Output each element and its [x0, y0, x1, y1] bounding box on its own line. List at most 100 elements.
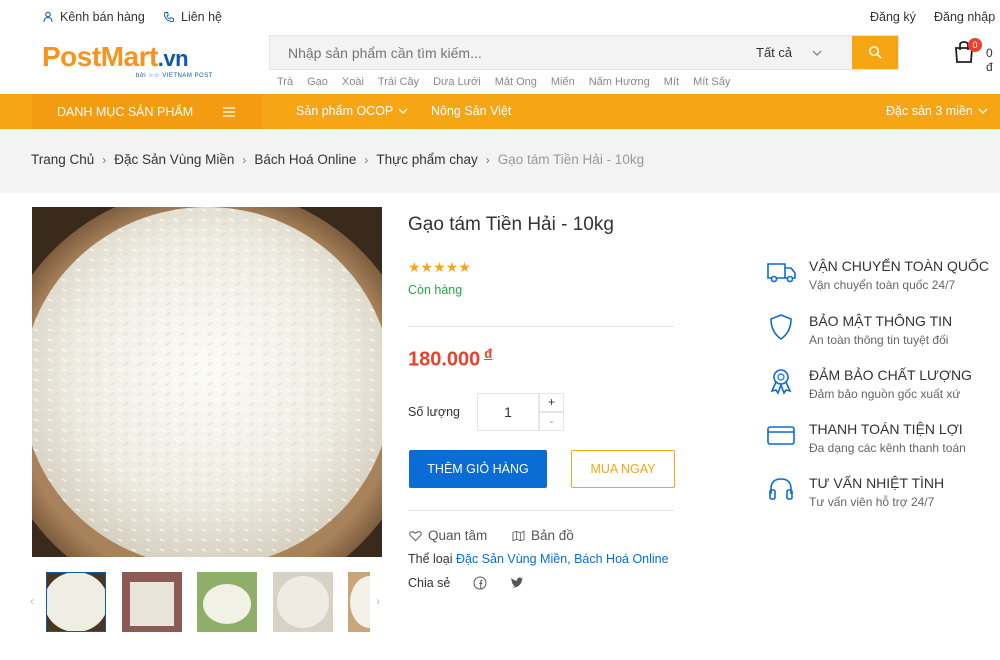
service-title: Thanh toán tiện lợi: [809, 421, 963, 437]
nav-specialty-label: Đặc sản 3 miền: [886, 104, 973, 118]
add-to-cart-button[interactable]: Thêm giỏ hàng: [409, 450, 547, 488]
nav-agri[interactable]: Nông Sản Việt: [431, 104, 511, 118]
seller-channel-label: Kênh bán hàng: [60, 10, 145, 24]
stock-status: Còn hàng: [408, 283, 463, 297]
breadcrumb-list: Trang Chủ › Đặc Sản Vùng Miền › Bách Hoá Onl…: [31, 152, 644, 167]
share-label: Chia sẻ: [408, 576, 451, 590]
quantity-decrease-button[interactable]: -: [539, 412, 564, 431]
postmart-logo[interactable]: PostMart.vn bởi ☆☆ VIETNAM POST: [42, 42, 242, 82]
service-security: Bảo mật thông tin An toàn thông tin tuyệ…: [766, 313, 1000, 357]
heart-icon: [409, 530, 422, 541]
search-button[interactable]: [852, 36, 898, 69]
service-title: Đảm bảo chất lượng: [809, 367, 972, 383]
contact-link[interactable]: Liên hệ: [163, 10, 222, 24]
thumbnail-3[interactable]: [197, 572, 257, 632]
search-category-label: Tất cả: [756, 45, 793, 60]
chevron-down-icon: [398, 108, 408, 114]
logo-main: PostMart: [42, 41, 158, 72]
quantity-increase-button[interactable]: +: [539, 393, 564, 412]
product-main-image[interactable]: [32, 207, 382, 557]
contact-label: Liên hệ: [181, 10, 223, 24]
service-quality: Đảm bảo chất lượng Đảm bảo nguồn gốc xuấ…: [766, 367, 1000, 411]
nav-specialty[interactable]: Đặc sản 3 miền: [886, 104, 988, 118]
search-bar: Tất cả: [269, 35, 899, 70]
search-tag[interactable]: Xoài: [342, 76, 364, 88]
search-icon: [868, 46, 882, 59]
breadcrumb-link[interactable]: Bách Hoá Online: [254, 152, 356, 167]
search-category-select[interactable]: Tất cả: [756, 45, 822, 60]
category-menu-button[interactable]: Danh mục sản phẩm: [32, 94, 262, 129]
map-icon: [512, 530, 525, 541]
map-link[interactable]: Bản đồ: [512, 528, 574, 543]
chevron-down-icon: [812, 50, 822, 56]
service-subtitle: Đảm bảo nguồn gốc xuất xứ: [809, 387, 961, 401]
cart-badge: 0: [968, 38, 982, 52]
thumb-prev-arrow[interactable]: ‹: [30, 594, 34, 608]
wishlist-label: Quan tâm: [428, 528, 488, 543]
chevron-right-icon: ›: [242, 152, 247, 167]
chevron-right-icon: ›: [102, 152, 107, 167]
nav-ocop[interactable]: Sản phẩm OCOP: [296, 104, 408, 118]
search-tag[interactable]: Nấm Hương: [589, 76, 650, 88]
price-currency: đ: [484, 346, 493, 361]
service-subtitle: Vận chuyển toàn quốc 24/7: [809, 278, 956, 292]
thumbnail-4[interactable]: [273, 572, 333, 632]
register-link[interactable]: Đăng ký: [870, 10, 916, 24]
thumbnail-5[interactable]: [348, 572, 370, 632]
search-tag[interactable]: Trà: [277, 76, 293, 88]
chevron-down-icon: [978, 108, 988, 114]
award-icon: [770, 369, 792, 395]
divider: [408, 510, 674, 511]
search-tag[interactable]: Gạo: [307, 76, 328, 88]
seller-channel-link[interactable]: Kênh bán hàng: [42, 10, 145, 24]
chevron-right-icon: ›: [485, 152, 490, 167]
category-links[interactable]: Đặc Sản Vùng Miền, Bách Hoá Online: [456, 552, 669, 566]
thumbnail-strip: ‹ ›: [30, 570, 390, 632]
login-label: Đăng nhập: [934, 10, 996, 24]
chevron-right-icon: ›: [364, 152, 369, 167]
service-title: Bảo mật thông tin: [809, 313, 953, 329]
product-title: Gạo tám Tiền Hải - 10kg: [408, 214, 614, 235]
service-payment: Thanh toán tiện lợi Đa dạng các kênh tha…: [766, 421, 1000, 465]
thumb-next-arrow[interactable]: ›: [376, 594, 380, 608]
main-nav: Danh mục sản phẩm Sản phẩm OCOP Nông Sản…: [0, 94, 1000, 129]
search-input[interactable]: [270, 36, 730, 69]
search-tag[interactable]: Mít Sấy: [693, 76, 730, 88]
logo-suffix: .vn: [157, 46, 189, 71]
search-tag[interactable]: Mật Ong: [495, 76, 537, 88]
category-menu-label: Danh mục sản phẩm: [57, 104, 194, 119]
divider: [408, 326, 674, 327]
breadcrumb-link[interactable]: Thực phẩm chay: [376, 152, 477, 167]
cart-button[interactable]: 0 0 đ: [950, 38, 1000, 74]
product-price: 180.000 đ: [408, 346, 492, 372]
search-tag[interactable]: Trái Cây: [378, 76, 419, 88]
shield-icon: [770, 314, 792, 340]
price-value: 180.000: [408, 348, 481, 371]
buy-now-button[interactable]: Mua ngay: [571, 450, 675, 488]
map-label: Bản đồ: [531, 528, 574, 543]
service-title: Vận chuyển toàn quốc: [809, 258, 989, 274]
headphones-icon: [769, 478, 793, 500]
menu-icon: [223, 106, 236, 117]
thumbnail-2[interactable]: [122, 572, 182, 632]
breadcrumb-link[interactable]: Đặc Sản Vùng Miền: [114, 152, 234, 167]
breadcrumb-link[interactable]: Trang Chủ: [31, 152, 94, 167]
nav-agri-label: Nông Sản Việt: [431, 104, 512, 118]
service-support: Tư vấn nhiệt tình Tư vấn viên hỗ trợ 24/…: [766, 475, 1000, 519]
thumbnail-1[interactable]: [46, 572, 106, 632]
rice-basket-image: [32, 207, 382, 557]
phone-icon: [164, 12, 174, 22]
logo-tagline: bởi ☆☆ VIETNAM POST: [136, 73, 213, 79]
quantity-input[interactable]: 1: [477, 393, 539, 431]
cart-total: 0 đ: [986, 46, 993, 74]
twitter-icon[interactable]: [510, 576, 524, 590]
wishlist-link[interactable]: Quan tâm: [409, 528, 487, 543]
search-tag[interactable]: Miến: [551, 76, 575, 88]
login-link[interactable]: Đăng nhập: [934, 10, 995, 24]
top-bar: Kênh bán hàng Liên hệ Đăng ký Đăng nhập: [0, 0, 1000, 34]
service-subtitle: An toàn thông tin tuyệt đối: [809, 333, 949, 347]
search-tag[interactable]: Dưa Lưới: [433, 76, 481, 88]
search-tag[interactable]: Mít: [664, 76, 679, 88]
service-shipping: Vận chuyển toàn quốc Vận chuyển toàn quố…: [766, 258, 1000, 302]
facebook-icon[interactable]: [473, 576, 487, 590]
